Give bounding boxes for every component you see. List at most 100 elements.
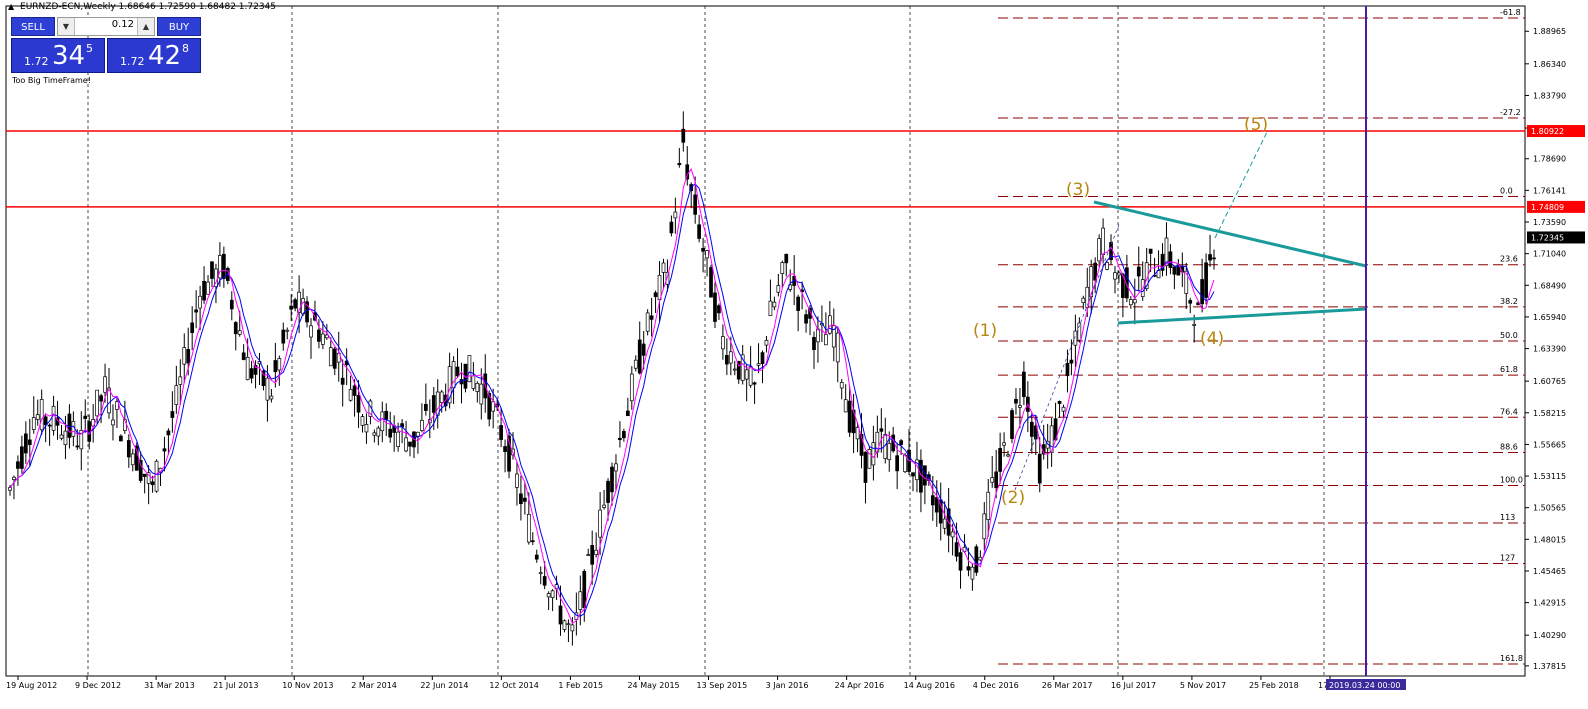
candle[interactable] <box>796 294 800 332</box>
candle[interactable] <box>625 397 630 417</box>
candle[interactable] <box>134 442 139 471</box>
candle[interactable] <box>83 399 88 433</box>
candle[interactable] <box>618 421 622 448</box>
candle[interactable] <box>863 451 868 504</box>
candle[interactable] <box>1077 317 1082 343</box>
candle[interactable] <box>622 428 626 442</box>
candle[interactable] <box>1049 417 1054 467</box>
candle[interactable] <box>911 472 915 492</box>
candle[interactable] <box>206 275 210 295</box>
candle[interactable] <box>701 237 705 273</box>
buy-button[interactable]: BUY <box>157 17 201 36</box>
candle[interactable] <box>772 296 777 311</box>
candle[interactable] <box>725 338 729 376</box>
candle[interactable] <box>119 434 123 442</box>
candle[interactable] <box>717 303 721 320</box>
triangle-upper-line[interactable] <box>1093 200 1367 268</box>
candle[interactable] <box>332 346 337 376</box>
candle[interactable] <box>435 379 440 429</box>
candle[interactable] <box>1164 222 1169 276</box>
candle[interactable] <box>744 363 749 402</box>
candle[interactable] <box>1208 234 1212 267</box>
candle[interactable] <box>305 296 309 328</box>
candle[interactable] <box>309 318 313 359</box>
candle[interactable] <box>586 548 591 557</box>
candle[interactable] <box>990 456 995 488</box>
candle[interactable] <box>1073 314 1078 368</box>
candle[interactable] <box>364 413 369 444</box>
candle[interactable] <box>1200 258 1204 313</box>
candle[interactable] <box>420 403 424 433</box>
candle[interactable] <box>39 389 44 435</box>
candle[interactable] <box>1006 450 1010 458</box>
lot-size-field[interactable]: ▼ 0.12 ▲ <box>57 17 155 36</box>
candle[interactable] <box>123 400 127 434</box>
candle[interactable] <box>812 331 816 369</box>
candle[interactable] <box>408 441 412 457</box>
candle[interactable] <box>713 282 717 328</box>
candle[interactable] <box>202 266 206 304</box>
candle[interactable] <box>289 294 294 321</box>
candle[interactable] <box>883 417 888 464</box>
candle[interactable] <box>146 465 151 505</box>
candle[interactable] <box>1140 261 1145 301</box>
candle[interactable] <box>1089 259 1094 314</box>
candle[interactable] <box>336 331 341 382</box>
candle[interactable] <box>578 575 583 626</box>
candle[interactable] <box>705 249 709 277</box>
candle[interactable] <box>816 316 820 363</box>
candle[interactable] <box>79 411 84 471</box>
candle[interactable] <box>293 297 298 312</box>
candle[interactable] <box>629 366 634 410</box>
candle[interactable] <box>63 415 68 460</box>
sell-button[interactable]: SELL <box>11 17 55 36</box>
candle[interactable] <box>1168 244 1173 275</box>
candle[interactable] <box>732 360 737 376</box>
candle[interactable] <box>974 544 979 576</box>
candle[interactable] <box>229 291 234 321</box>
candle[interactable] <box>174 365 179 414</box>
candle[interactable] <box>1053 402 1058 441</box>
candle[interactable] <box>31 396 36 434</box>
candle[interactable] <box>776 274 781 297</box>
candle[interactable] <box>130 448 135 472</box>
candle[interactable] <box>35 399 40 426</box>
candle[interactable] <box>142 473 147 494</box>
candle[interactable] <box>978 550 983 562</box>
candle[interactable] <box>107 367 111 419</box>
candle[interactable] <box>1188 297 1193 314</box>
candle[interactable] <box>170 391 175 433</box>
candle[interactable] <box>459 362 464 404</box>
candle[interactable] <box>919 449 923 513</box>
candle[interactable] <box>249 360 254 384</box>
candle[interactable] <box>649 297 654 337</box>
price-chart[interactable]: 1.889651.863401.837901.811651.786901.761… <box>0 0 1588 709</box>
candle[interactable] <box>190 306 195 351</box>
candle[interactable] <box>424 383 428 416</box>
candle[interactable] <box>804 309 808 333</box>
candle[interactable] <box>681 111 686 152</box>
candle[interactable] <box>519 475 523 521</box>
candle[interactable] <box>602 489 606 510</box>
candle[interactable] <box>455 348 460 378</box>
candle[interactable] <box>210 261 214 288</box>
candle[interactable] <box>768 279 773 317</box>
candle[interactable] <box>404 420 408 453</box>
candle[interactable] <box>1065 349 1070 393</box>
candle[interactable] <box>721 324 725 360</box>
ask-quote[interactable]: 1.72 42 8 <box>107 38 201 73</box>
candle[interactable] <box>467 355 472 383</box>
candle[interactable] <box>1156 250 1161 279</box>
candle[interactable] <box>546 591 551 611</box>
candle[interactable] <box>222 246 226 288</box>
candle[interactable] <box>697 214 701 243</box>
triangle-lower-line[interactable] <box>1117 307 1367 325</box>
candle[interactable] <box>126 434 131 468</box>
candle[interactable] <box>982 502 987 551</box>
candle[interactable] <box>839 378 844 400</box>
candle[interactable] <box>887 431 892 472</box>
candle[interactable] <box>562 619 567 633</box>
candle[interactable] <box>657 261 662 322</box>
wave5-projection[interactable] <box>1214 129 1269 239</box>
candle[interactable] <box>1113 266 1117 294</box>
